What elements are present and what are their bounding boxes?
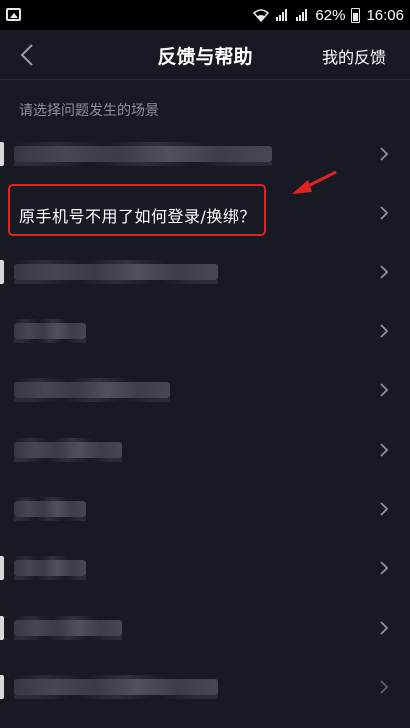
blurred-label (14, 378, 170, 402)
blurred-label (14, 616, 122, 640)
scene-item-1[interactable] (0, 124, 410, 183)
chevron-right-icon (380, 265, 389, 279)
my-feedback-button[interactable]: 我的反馈 (322, 44, 386, 68)
signal-2-icon (295, 9, 309, 21)
clock: 16:06 (366, 6, 404, 24)
chevron-right-icon (380, 383, 389, 397)
wifi-icon (253, 9, 270, 22)
chevron-right-icon (380, 621, 389, 635)
edge-marker (0, 556, 4, 580)
chevron-right-icon (380, 324, 389, 338)
scene-item-6[interactable] (0, 420, 410, 479)
edge-marker (0, 260, 4, 284)
scene-item-8[interactable] (0, 538, 410, 597)
blurred-label (14, 142, 272, 166)
scene-item-label[interactable]: 原手机号不用了如何登录/换绑？ (19, 203, 256, 227)
scene-item-10[interactable] (0, 657, 410, 716)
signal-1-icon (275, 9, 289, 21)
nav-bar: 反馈与帮助 我的反馈 (0, 30, 410, 80)
gallery-notification-icon (6, 8, 21, 21)
battery-percent: 62% (315, 6, 346, 24)
scene-item-4[interactable] (0, 301, 410, 360)
status-right: 62% 16:06 (253, 5, 404, 25)
chevron-right-icon (380, 443, 389, 457)
section-label: 请选择问题发生的场景 (19, 103, 159, 119)
blurred-label (14, 497, 86, 521)
blurred-label (14, 556, 86, 580)
chevron-right-icon (380, 147, 389, 161)
chevron-right-icon (380, 502, 389, 516)
scene-item-9[interactable] (0, 598, 410, 657)
blurred-label (14, 319, 86, 343)
battery-icon (351, 7, 361, 23)
chevron-right-icon (380, 561, 389, 575)
annotation-arrow-icon (292, 170, 337, 194)
chevron-right-icon (380, 206, 389, 220)
edge-marker (0, 142, 4, 166)
edge-marker (0, 616, 4, 640)
blurred-label (14, 260, 218, 284)
blurred-label (14, 675, 218, 699)
scene-item-5[interactable] (0, 360, 410, 419)
chevron-right-icon (380, 680, 389, 694)
blurred-label (14, 438, 122, 462)
scene-item-3[interactable] (0, 242, 410, 301)
scene-item-7[interactable] (0, 479, 410, 538)
edge-marker (0, 675, 4, 699)
status-bar: 62% 16:06 (0, 0, 410, 30)
